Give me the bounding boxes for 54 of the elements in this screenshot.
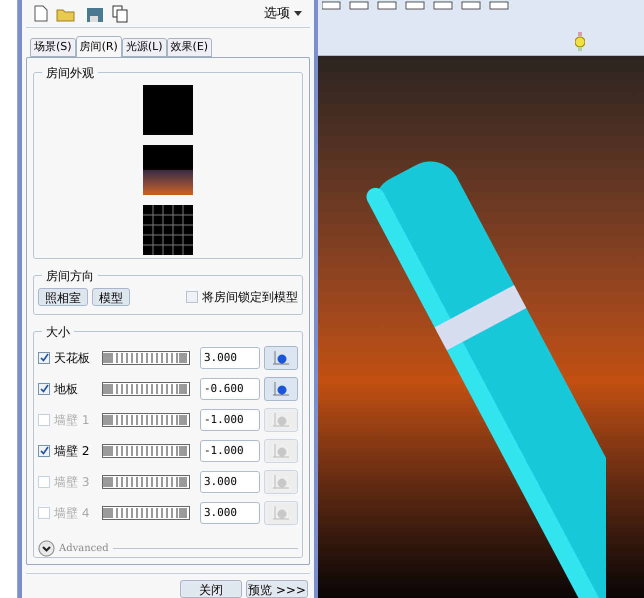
sphere-icon xyxy=(272,350,290,366)
row-label: 地板 xyxy=(54,380,79,398)
value-field[interactable]: -1.000 xyxy=(200,408,260,430)
tab[interactable]: 场景(S) xyxy=(30,38,76,57)
value-field[interactable]: 3.000 xyxy=(200,502,260,524)
sphere-icon xyxy=(272,474,290,490)
slider-track-drawing[interactable] xyxy=(102,350,190,364)
row-label: 墙壁 2 xyxy=(54,442,90,460)
slider-track-drawing[interactable] xyxy=(102,444,190,458)
group-title: 大小 xyxy=(42,323,74,341)
tab[interactable]: 效果(E) xyxy=(166,38,212,57)
sphere-button[interactable] xyxy=(264,346,298,370)
slider-track-drawing[interactable] xyxy=(102,412,190,426)
checkbox[interactable] xyxy=(38,414,50,426)
group-title: 房间方向 xyxy=(42,266,98,284)
lock-label: 将房间锁定到模型 xyxy=(202,288,298,306)
footer-button[interactable]: 预览 >>> xyxy=(246,580,308,598)
light-bulb-icon[interactable] xyxy=(575,32,585,52)
options-menu[interactable]: 选项 xyxy=(264,4,302,24)
value-field[interactable]: 3.000 xyxy=(200,470,260,492)
checkbox[interactable] xyxy=(38,352,50,364)
row-label: 墙壁 1 xyxy=(54,412,90,428)
checkbox[interactable] xyxy=(186,290,198,303)
tab[interactable]: 房间(R) xyxy=(76,36,122,57)
sphere-button[interactable] xyxy=(264,376,298,400)
checkbox[interactable] xyxy=(38,506,50,518)
value-field[interactable]: -1.000 xyxy=(200,440,260,462)
expand-icon[interactable] xyxy=(38,540,55,557)
caret-icon xyxy=(294,11,302,16)
solid-swatch[interactable] xyxy=(143,85,193,135)
sphere-icon xyxy=(272,412,290,428)
grid-swatch[interactable] xyxy=(143,205,193,255)
slider-track-drawing[interactable] xyxy=(102,474,190,488)
sphere-icon xyxy=(272,504,290,520)
orientation-button[interactable]: 模型 xyxy=(92,288,130,306)
row-label: 墙壁 4 xyxy=(54,504,90,522)
copy-icon[interactable] xyxy=(112,4,128,22)
group-title: 房间外观 xyxy=(42,64,98,82)
value-field[interactable]: -0.600 xyxy=(200,378,260,400)
checkbox[interactable] xyxy=(38,476,50,488)
orientation-button[interactable]: 照相室 xyxy=(38,288,88,306)
row-label: 墙壁 3 xyxy=(54,474,90,490)
sphere-icon xyxy=(272,442,290,458)
new-file-icon[interactable] xyxy=(34,5,48,22)
checkbox[interactable] xyxy=(38,444,50,456)
tab[interactable]: 光源(L) xyxy=(122,38,167,57)
slider-track-drawing[interactable] xyxy=(102,506,190,520)
footer-button[interactable]: 关闭 xyxy=(180,580,242,598)
value-field[interactable]: 3.000 xyxy=(200,346,260,368)
checkbox[interactable] xyxy=(38,382,50,394)
row-label: 天花板 xyxy=(54,350,91,366)
sphere-icon xyxy=(272,380,290,396)
slider-track-drawing[interactable] xyxy=(102,382,190,396)
gradient-swatch[interactable] xyxy=(143,145,193,195)
